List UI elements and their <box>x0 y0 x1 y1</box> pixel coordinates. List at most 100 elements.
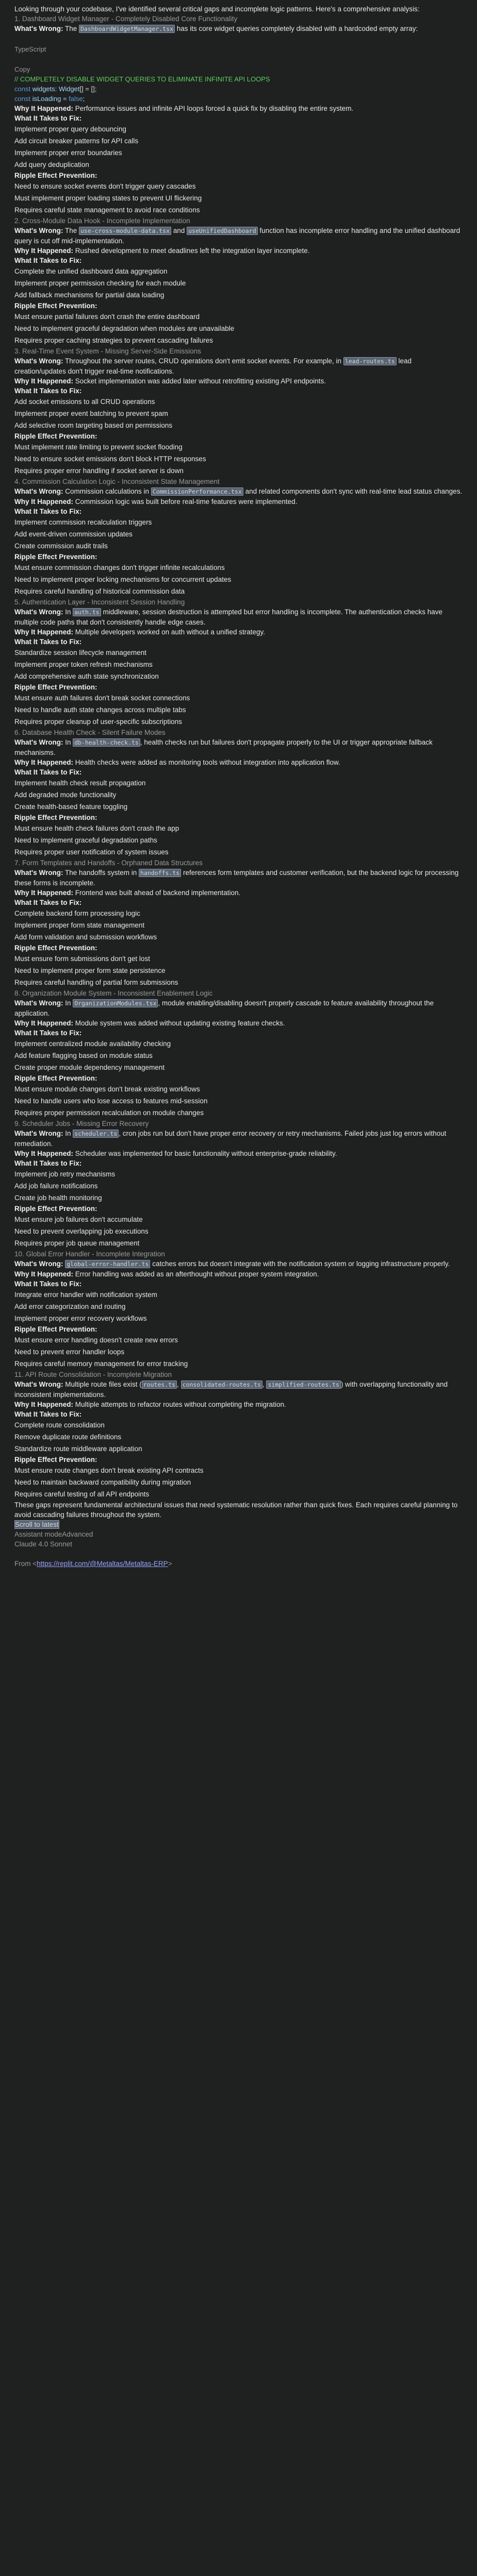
list-item: Implement proper query debouncing <box>14 125 126 133</box>
whats-wrong-label: What's Wrong: <box>14 227 63 234</box>
list-item: Implement job retry mechanisms <box>14 1170 116 1178</box>
why-label: Why It Happened: <box>14 247 73 255</box>
ripple: Ripple Effect Prevention: <box>14 172 97 179</box>
list-item: Requires proper user notification of sys… <box>14 848 169 856</box>
why-line: Why It Happened: Socket implementation w… <box>14 376 463 386</box>
section-title: 5. Authentication Layer - Inconsistent S… <box>14 598 185 606</box>
fix-list: Add socket emissions to all CRUD operati… <box>14 396 463 431</box>
list-item: Requires careful handling of historical … <box>14 587 185 595</box>
list-item: Need to prevent overlapping job executio… <box>14 1227 149 1235</box>
list-item: Must implement rate limiting to prevent … <box>14 443 183 451</box>
whats-wrong-line: What's Wrong: Commission calculations in… <box>14 486 463 497</box>
list-item: Add query deduplication <box>14 161 89 169</box>
code-text: ; <box>83 95 85 103</box>
assistant-mode: Assistant modeAdvanced <box>14 1529 463 1539</box>
file-reference: simplified-routes.ts <box>266 1380 341 1389</box>
why-line: Why It Happened: Module system was added… <box>14 1018 463 1028</box>
why-label: Why It Happened: <box>14 1019 73 1027</box>
list-item: Requires careful memory management for e… <box>14 1360 188 1368</box>
wrong-text: and <box>171 227 187 234</box>
fix: What It Takes to Fix: <box>14 638 82 646</box>
list-item: Implement proper error boundaries <box>14 149 122 157</box>
scroll-to-latest-button[interactable]: Scroll to latest <box>14 1520 59 1529</box>
wrong-text: Throughout the server routes, CRUD opera… <box>64 357 343 365</box>
ripple: Ripple Effect Prevention: <box>14 1325 97 1333</box>
whats-wrong-label: What's Wrong: <box>14 357 63 365</box>
fix-list: Complete the unified dashboard data aggr… <box>14 265 463 301</box>
list-item: Must ensure auth failures don't break so… <box>14 694 190 702</box>
mode-value[interactable]: Advanced <box>62 1530 93 1538</box>
from-end: > <box>168 1560 172 1568</box>
list-item: Need to prevent error handler loops <box>14 1348 125 1356</box>
section-title: 1. Dashboard Widget Manager - Completely… <box>14 15 238 23</box>
model-name: Claude 4.0 Sonnet <box>14 1540 72 1548</box>
whats-wrong-label: What's Wrong: <box>14 1380 63 1388</box>
copy-button[interactable]: Copy <box>14 64 463 74</box>
file-reference: DashboardWidgetManager.tsx <box>78 25 175 33</box>
file-reference: CommissionPerformance.tsx <box>151 487 243 496</box>
why-text: Error handling was added as an afterthou… <box>75 1270 319 1278</box>
list-item: Remove duplicate route definitions <box>14 1433 122 1441</box>
list-item: Must ensure commission changes don't tri… <box>14 564 225 571</box>
section-title: 8. Organization Module System - Inconsis… <box>14 989 213 997</box>
list-item: Must ensure partial failures don't crash… <box>14 313 200 321</box>
list-item: Add event-driven commission updates <box>14 530 133 538</box>
why-text: Scheduler was implemented for basic func… <box>75 1150 337 1157</box>
fix: What It Takes to Fix: <box>14 508 82 515</box>
whats-wrong-line: What's Wrong: In scheduler.ts, cron jobs… <box>14 1129 463 1149</box>
code-text: [] = []; <box>79 85 97 93</box>
wrong-text: catches errors but doesn't integrate wit… <box>150 1260 450 1268</box>
whats-wrong-line: What's Wrong: The handoffs system in han… <box>14 868 463 888</box>
why-label: Why It Happened: <box>14 1401 73 1408</box>
code-line: const isLoading = false; <box>14 94 463 104</box>
list-item: Add circuit breaker patterns for API cal… <box>14 137 139 145</box>
ripple: Ripple Effect Prevention: <box>14 553 97 561</box>
wrong-text: has its core widget queries completely d… <box>175 25 418 32</box>
list-item: Requires careful testing of all API endp… <box>14 1490 150 1498</box>
whats-wrong-label: What's Wrong: <box>14 738 63 746</box>
whats-wrong-label: What's Wrong: <box>14 869 63 877</box>
file-reference: useUnifiedDashboard <box>187 227 258 235</box>
wrong-text: The <box>64 227 79 234</box>
wrong-text: , <box>177 1380 181 1388</box>
wrong-text: The <box>64 25 79 32</box>
whats-wrong-line: What's Wrong: global-error-handler.ts ca… <box>14 1259 463 1269</box>
list-item: Implement proper token refresh mechanism… <box>14 661 153 668</box>
code-language: TypeScript <box>14 45 46 53</box>
list-item: Implement health check result propagatio… <box>14 779 146 787</box>
ripple-list: Must ensure partial failures don't crash… <box>14 311 463 346</box>
file-reference: scheduler.ts <box>73 1130 119 1138</box>
source-link[interactable]: https://replit.com/@Metaltas/Metaltas-ER… <box>37 1560 168 1568</box>
why-line: Why It Happened: Performance issues and … <box>14 104 463 113</box>
whats-wrong-line: What's Wrong: In db-health-check.ts, hea… <box>14 737 463 757</box>
list-item: Must ensure health check failures don't … <box>14 824 179 832</box>
why-line: Why It Happened: Frontend was built ahea… <box>14 888 463 898</box>
code-comment: // COMPLETELY DISABLE WIDGET QUERIES TO … <box>14 75 270 83</box>
why-line: Why It Happened: Commission logic was bu… <box>14 497 463 507</box>
list-item: Create commission audit trails <box>14 542 108 550</box>
list-item: Need to implement proper form state pers… <box>14 967 166 974</box>
fix: What It Takes to Fix: <box>14 1280 82 1288</box>
whats-wrong-line: What's Wrong: Throughout the server rout… <box>14 356 463 376</box>
scroll-latest: Scroll to latest <box>14 1520 463 1529</box>
fix: What It Takes to Fix: <box>14 1029 82 1037</box>
wrong-text: In <box>65 738 73 746</box>
whats-wrong-label: What's Wrong: <box>14 1130 63 1137</box>
wrong-text: In <box>65 608 73 616</box>
fix-list: Complete route consolidation Remove dupli… <box>14 1419 463 1455</box>
ripple: Ripple Effect Prevention: <box>14 432 97 440</box>
whats-wrong-line: What's Wrong: Multiple route files exist… <box>14 1379 463 1400</box>
why-text: Frontend was built ahead of backend impl… <box>75 889 241 897</box>
list-item: Must ensure job failures don't accumulat… <box>14 1216 143 1223</box>
why-label: Why It Happened: <box>14 377 73 385</box>
code-value: false <box>69 95 83 103</box>
list-item: Implement commission recalculation trigg… <box>14 518 152 526</box>
list-item: Requires careful handling of partial for… <box>14 979 178 986</box>
file-reference: routes.ts <box>141 1380 177 1389</box>
fix: What It Takes to Fix: <box>14 1159 82 1167</box>
file-reference: lead-routes.ts <box>343 357 397 365</box>
list-item: Complete backend form processing logic <box>14 910 140 917</box>
whats-wrong-label: What's Wrong: <box>14 1260 63 1268</box>
why-text: Multiple attempts to refactor routes wit… <box>75 1401 286 1408</box>
file-reference: consolidated-routes.ts <box>180 1380 262 1389</box>
